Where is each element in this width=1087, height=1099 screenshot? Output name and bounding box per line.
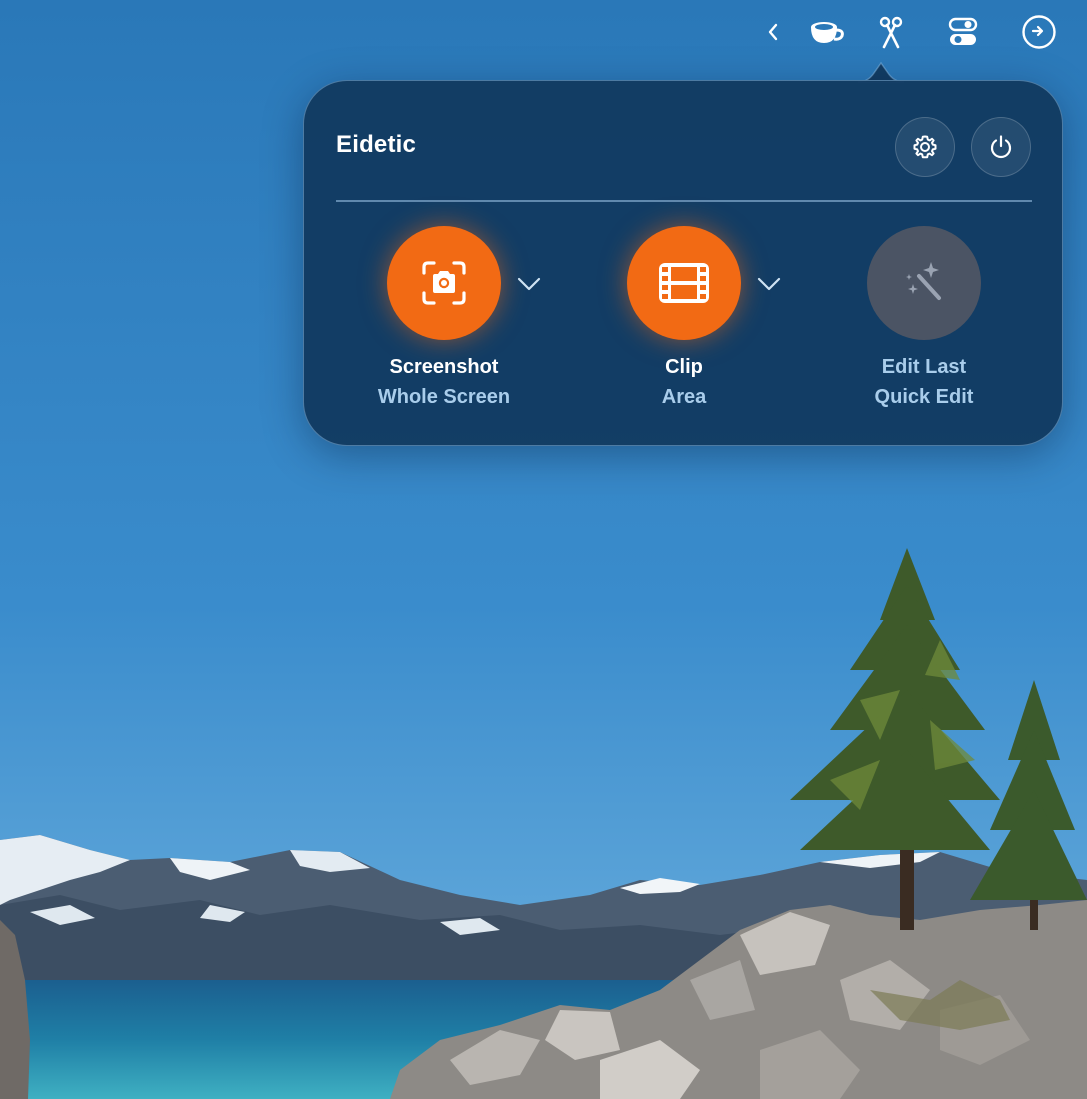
clip-action: Clip Area <box>564 226 804 416</box>
eidetic-popover: Eidetic Screenshot Whole Screen Clip Are… <box>303 80 1063 446</box>
power-button[interactable] <box>971 117 1031 177</box>
edit-last-action: Edit Last Quick Edit <box>804 226 1044 416</box>
edit-last-button[interactable] <box>867 226 981 340</box>
magic-wand-icon <box>906 262 941 300</box>
power-icon <box>990 135 1012 159</box>
screenshot-action: Screenshot Whole Screen <box>324 226 564 416</box>
film-strip-icon <box>659 263 709 303</box>
popover-divider <box>336 200 1032 202</box>
screenshot-dropdown-chevron[interactable] <box>515 270 543 298</box>
camera-viewfinder-icon <box>422 261 466 305</box>
chevron-down-icon <box>517 277 541 291</box>
clip-title: Clip <box>665 356 703 378</box>
clip-dropdown-chevron[interactable] <box>755 270 783 298</box>
chevron-left-icon[interactable] <box>753 12 793 52</box>
screenshot-title: Screenshot <box>389 356 499 378</box>
edit-last-subtitle: Quick Edit <box>874 386 974 408</box>
clip-button[interactable] <box>627 226 741 340</box>
clip-subtitle: Area <box>661 386 707 408</box>
clock-arrow-icon[interactable] <box>1019 12 1059 52</box>
gear-icon <box>913 135 937 159</box>
settings-button[interactable] <box>895 117 955 177</box>
menu-bar <box>0 0 1087 66</box>
popover-title: Eidetic <box>336 131 417 158</box>
screenshot-subtitle: Whole Screen <box>377 386 511 408</box>
toggles-icon[interactable] <box>943 12 983 52</box>
screenshot-button[interactable] <box>387 226 501 340</box>
coffee-cup-icon[interactable] <box>806 12 846 52</box>
edit-last-title: Edit Last <box>881 356 967 378</box>
scissors-icon[interactable] <box>871 12 911 52</box>
chevron-down-icon <box>757 277 781 291</box>
